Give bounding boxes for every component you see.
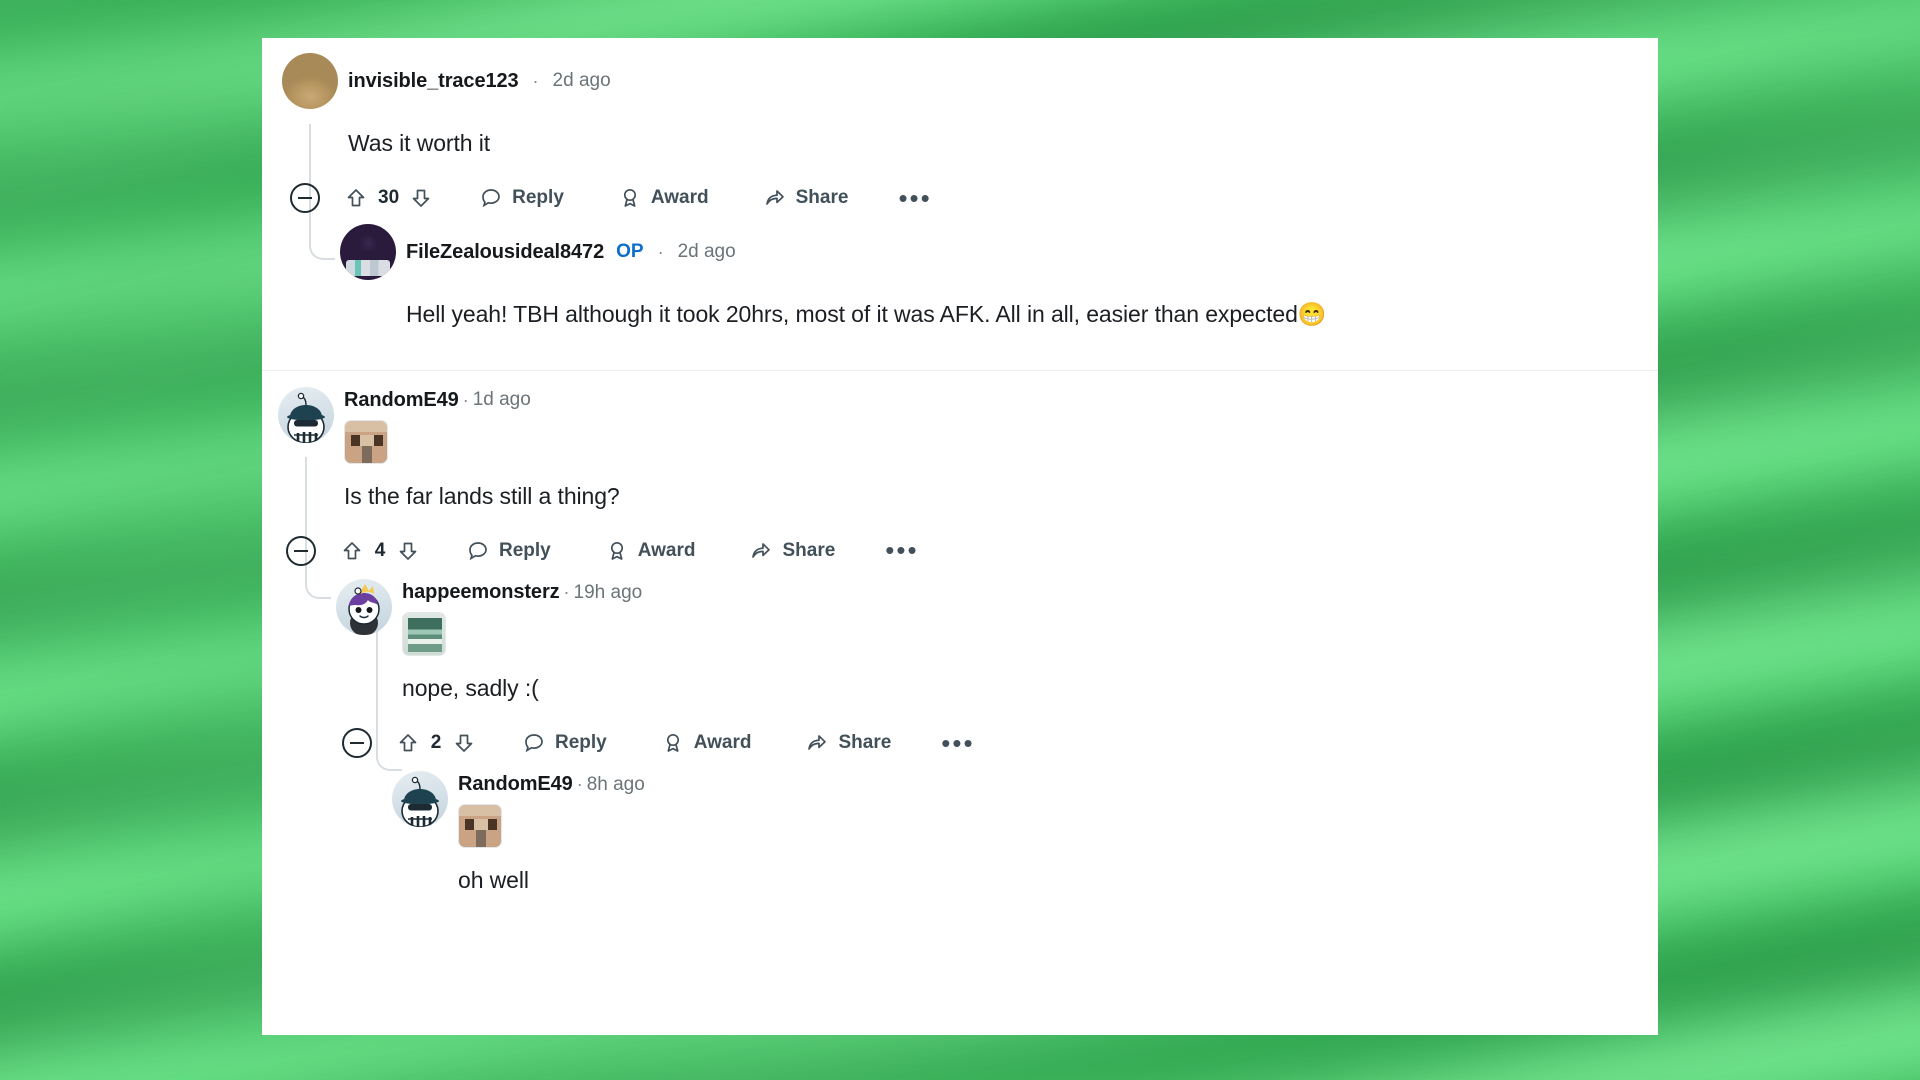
comment-header: invisible_trace123 · 2d ago [262,38,1658,109]
vote-score: 30 [378,187,400,209]
downvote-icon[interactable] [452,731,476,755]
user-flair-villager-icon[interactable] [344,419,388,464]
comment-actions: 4 Reply Award Share ••• [286,533,1658,569]
collapse-button[interactable] [342,728,372,759]
avatar[interactable] [282,53,338,109]
upvote-icon[interactable] [340,539,364,563]
vote-score: 2 [430,732,442,754]
comment-thread-card: invisible_trace123 · 2d ago Was it worth… [262,38,1658,1035]
downvote-icon[interactable] [396,539,420,563]
comment-header: happeemonsterz · 19h ago [262,569,1658,657]
award-button[interactable]: Award [647,725,766,761]
separator-dot: · [462,389,469,410]
comment-timestamp: 8h ago [586,773,645,795]
reply-button[interactable]: Reply [452,533,565,569]
comment-randome49-8h: RandomE49 · 8h ago oh well [262,761,1658,897]
share-label: Share [795,187,849,209]
share-button[interactable]: Share [735,533,849,569]
reply-label: Reply [555,732,607,754]
upvote-icon[interactable] [344,186,368,210]
comment-happeemonsterz: happeemonsterz · 19h ago nope, sadly :( … [262,569,1658,761]
award-label: Award [637,540,696,562]
comment-randome49-1d: RandomE49 · 1d ago Is the far lands stil… [262,371,1658,569]
share-label: Share [838,732,892,754]
vote-score: 4 [374,540,386,562]
award-button[interactable]: Award [604,180,723,216]
comment-filezealousideal8472: FileZealousideal8472 OP · 2d ago Hell ye… [262,216,1658,331]
comment-body: Hell yeah! TBH although it took 20hrs, m… [406,301,1327,328]
collapse-button[interactable] [290,183,320,214]
avatar[interactable] [336,579,392,636]
share-label: Share [782,540,836,562]
vote-group: 2 [396,731,482,755]
comment-author[interactable]: happeemonsterz [402,581,560,604]
reply-button[interactable]: Reply [508,725,621,761]
comment-author[interactable]: FileZealousideal8472 [406,241,604,264]
comment-actions: 30 Reply Award Share ••• [290,180,1658,216]
snoo-hat-sunglasses-icon [401,777,439,828]
vote-group: 30 [344,186,439,210]
more-options-button[interactable]: ••• [884,185,945,210]
reply-label: Reply [499,540,551,562]
award-button[interactable]: Award [591,533,710,569]
comment-author[interactable]: RandomE49 [344,389,459,412]
thread-block-1: invisible_trace123 · 2d ago Was it worth… [262,38,1658,370]
user-flair-green-icon[interactable] [402,612,446,657]
avatar[interactable] [340,224,396,281]
comment-timestamp: 1d ago [472,389,531,411]
reply-button[interactable]: Reply [465,180,578,216]
more-options-button[interactable]: ••• [871,538,932,563]
more-options-button[interactable]: ••• [927,730,988,755]
comment-header: RandomE49 · 8h ago [262,761,1658,849]
snoo-purple-hair-icon [348,584,380,636]
comment-header: FileZealousideal8472 OP · 2d ago [262,216,1658,281]
op-badge: OP [616,241,644,263]
comment-timestamp: 19h ago [573,581,643,603]
comment-header: RandomE49 · 1d ago [262,371,1658,464]
downvote-icon[interactable] [409,186,433,210]
separator-dot: · [563,582,570,603]
thread-block-2: RandomE49 · 1d ago Is the far lands stil… [262,369,1658,898]
comment-invisible-trace123: invisible_trace123 · 2d ago Was it worth… [262,38,1658,216]
separator-dot: · [532,70,539,91]
share-button[interactable]: Share [791,725,905,761]
award-label: Award [650,187,709,209]
user-flair-villager-icon[interactable] [458,804,502,849]
reply-label: Reply [512,187,564,209]
avatar[interactable] [278,386,334,443]
collapse-button[interactable] [286,536,316,567]
comment-author[interactable]: invisible_trace123 [348,70,519,93]
comment-body: oh well [458,867,529,894]
comment-actions: 2 Reply Award Share ••• [342,725,1658,761]
upvote-icon[interactable] [396,731,420,755]
avatar[interactable] [392,771,448,828]
snoo-hat-sunglasses-icon [287,392,325,443]
award-label: Award [693,732,752,754]
share-button[interactable]: Share [749,180,863,216]
comment-body: nope, sadly :( [402,675,539,702]
comment-timestamp: 2d ago [552,70,611,91]
separator-dot: · [576,774,583,795]
comment-body: Was it worth it [348,130,491,156]
comment-author[interactable]: RandomE49 [458,773,573,796]
comment-timestamp: 2d ago [677,241,736,263]
vote-group: 4 [340,539,426,563]
comment-body: Is the far lands still a thing? [344,482,620,509]
separator-dot: · [657,241,664,262]
